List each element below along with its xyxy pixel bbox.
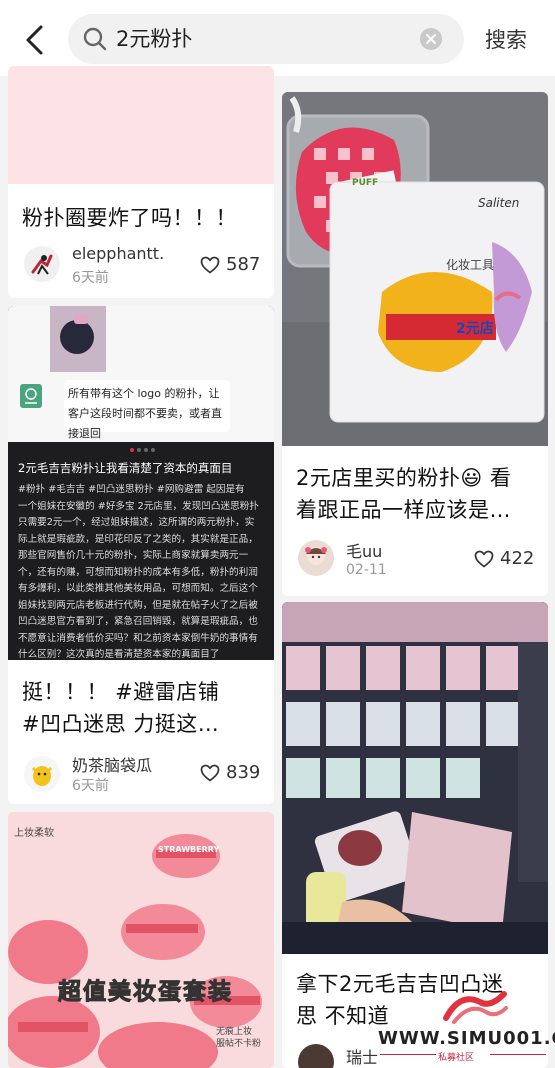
clear-icon[interactable] — [420, 28, 442, 50]
author-name: 瑞士 — [346, 1048, 379, 1067]
search-icon — [82, 26, 108, 52]
feed-card-left-2[interactable]: 所有带有这个 logo 的粉扑，让客户这段时间都不要卖，或者直接退回 2元毛吉吉… — [8, 306, 274, 804]
watermark-divider — [380, 1054, 436, 1055]
card-title-line-1: 挺！！！ #避雷店铺 — [22, 680, 220, 704]
card-image — [8, 66, 274, 184]
author-avatar — [298, 540, 334, 576]
post-date: 6天前 — [72, 778, 109, 794]
post-date: 02-11 — [346, 562, 387, 578]
like-count-value: 839 — [226, 762, 261, 783]
image-body-line: 不愿意让消费者低价买吗？和之前资本家倒牛奶的事情有 — [18, 632, 258, 644]
feed-card-right-1[interactable]: PUFF Saliten 化妆工具 2元店 2元店里买的粉扑😃 看 着跟正品一样… — [282, 92, 548, 596]
image-body-line: 只需要2元一个，经过姐妹描述，这所谓的两元粉扑，实 — [18, 517, 255, 528]
feed-card-left-3[interactable]: 上妆柔软 STRAWBERRY 超值美妆蛋套装 无痕上妆 服帖不卡粉 — [8, 812, 274, 1068]
carousel-dots — [130, 448, 155, 452]
like-count[interactable]: 422 — [474, 548, 534, 569]
feed-card-left-1[interactable]: 粉扑圈要炸了吗！！！ elepphantt. 6天前 587 — [8, 66, 274, 298]
watermark-logo — [440, 988, 510, 1028]
post-date: 6天前 — [72, 270, 109, 286]
image-body-line: 那些官网售价几十元的粉扑，实际上商家就算卖两元一 — [18, 550, 249, 561]
like-count-value: 587 — [226, 254, 261, 275]
product-photo — [282, 92, 548, 446]
watermark-sub: 私募社区 — [438, 1053, 475, 1063]
card-image — [282, 602, 548, 954]
package-name: 化妆工具 — [446, 258, 495, 272]
image-top-label: 上妆柔软 — [14, 828, 54, 839]
image-body-line: #粉扑 #毛吉吉 #凹凸迷思粉扑 #网购避雷 起因是有 — [18, 484, 245, 495]
card-image: PUFF Saliten 化妆工具 2元店 — [282, 92, 548, 446]
image-body-line: 个，还有的赚，可想而知粉扑的成本有多低，粉扑的利润 — [18, 566, 258, 578]
card-title-line-2: #凹凸迷思 力挺这… — [22, 712, 220, 736]
search-input[interactable]: 2元粉扑 — [116, 24, 192, 54]
author-avatar — [298, 1044, 334, 1068]
heart-icon — [200, 764, 220, 782]
heart-icon — [474, 550, 494, 568]
puff-label: 2元店 — [456, 321, 494, 337]
card-image: 所有带有这个 logo 的粉扑，让客户这段时间都不要卖，或者直接退回 2元毛吉吉… — [8, 306, 274, 660]
logo-icon — [20, 384, 42, 408]
card-title-line-1: 2元店里买的粉扑😃 看 — [296, 466, 512, 490]
package-brand: Saliten — [478, 196, 520, 210]
product-photo — [282, 602, 548, 954]
search-bar[interactable]: 2元粉扑 — [68, 14, 464, 64]
like-count[interactable]: 587 — [200, 254, 260, 275]
image-body-line: 凹凸迷思官方看到了，紧急召回销毁，就算是瑕疵品，也 — [18, 616, 258, 627]
heart-icon — [200, 256, 220, 274]
watermark-site: WWW.SIMU001.CN — [378, 1028, 555, 1049]
watermark-divider — [490, 1054, 546, 1055]
product-photo — [50, 306, 106, 372]
card-image: 上妆柔软 STRAWBERRY 超值美妆蛋套装 无痕上妆 服帖不卡粉 — [8, 812, 274, 1068]
image-body-line: 什么区别？这次真的是看清楚资本家的真面目了 — [18, 649, 220, 660]
image-body-line: 际上就是瑕疵款，是印花印反了之类的，其实就是正品， — [18, 533, 258, 545]
image-body-text: #粉扑 #毛吉吉 #凹凸迷思粉扑 #网购避雷 起因是有一个姐妹在安徽的 #好多宝… — [18, 482, 268, 660]
like-count-value: 422 — [500, 548, 535, 569]
image-side-note-2: 服帖不卡粉 — [216, 1039, 262, 1049]
puff-tag-label: PUFF — [352, 178, 379, 188]
author-name: elepphantt. — [72, 244, 165, 263]
image-body-line: 一个姐妹在安徽的 #好多宝 2元店里，发现凹凸迷思粉扑 — [18, 500, 259, 512]
image-body-line: 有多爆利，以此类推其他美妆用品，可想而知。之后这个 — [18, 583, 258, 594]
author-avatar — [24, 756, 60, 792]
top-bar: 2元粉扑 搜索 — [0, 0, 555, 76]
search-button[interactable]: 搜索 — [485, 25, 527, 55]
card-title: 粉扑圈要炸了吗！！！ — [22, 206, 237, 230]
author-name: 奶茶脑袋瓜 — [72, 756, 153, 775]
back-arrow-icon[interactable] — [22, 24, 50, 56]
card-title-line-2: 着跟正品一样应该是… — [296, 498, 511, 522]
image-body-line: 姐妹找到两元店老板进行代购，但是就在帖子火了之后被 — [18, 599, 258, 611]
chat-bubble: 所有带有这个 logo 的粉扑，让客户这段时间都不要卖，或者直接退回 — [64, 380, 230, 440]
author-avatar — [24, 246, 60, 282]
product-brand-label: STRAWBERRY — [158, 845, 220, 854]
image-headline: 超值美妆蛋套装 — [58, 979, 233, 1006]
image-headline: 2元毛吉吉粉扑让我看清楚了资本的真面目 — [18, 461, 233, 475]
like-count[interactable]: 839 — [200, 762, 260, 783]
author-name: 毛uu — [346, 542, 383, 561]
